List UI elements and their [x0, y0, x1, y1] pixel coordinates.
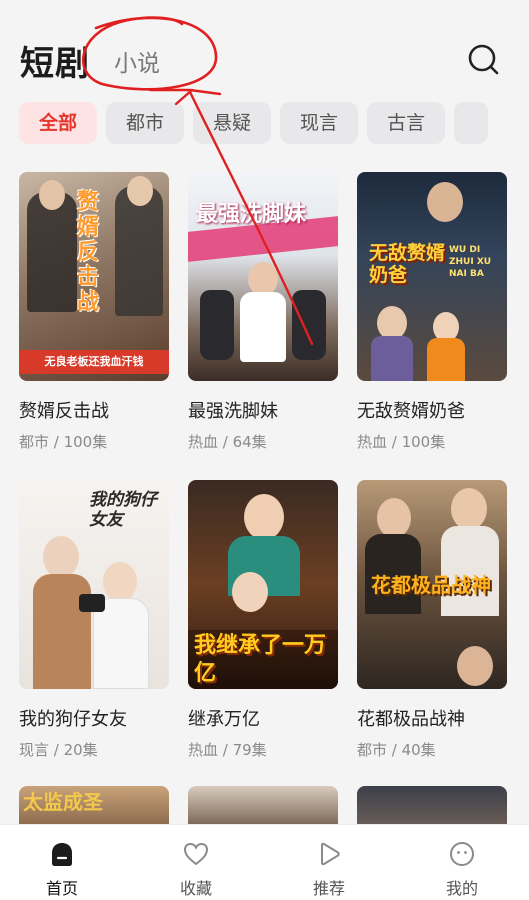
drama-poster: 最强洗脚妹 [188, 172, 338, 381]
tab-label: 推荐 [312, 879, 345, 898]
drama-poster [357, 786, 507, 826]
search-icon [468, 44, 499, 75]
chip-ancient-romance[interactable]: 古言 [367, 102, 446, 144]
poster-title-text: 最强洗脚妹 [196, 202, 307, 227]
drama-meta: 都市 / 40集 [357, 741, 436, 759]
drama-card[interactable]: 我的狗仔女友 我的狗仔女友 现言 / 20集 [19, 480, 169, 760]
drama-title: 我的狗仔女友 [19, 709, 127, 730]
drama-title: 最强洗脚妹 [188, 401, 278, 422]
tab-home[interactable]: 首页 [22, 825, 102, 900]
tab-label: 首页 [45, 879, 78, 898]
search-button[interactable] [466, 42, 500, 76]
top-bar: 短剧 小说 [0, 0, 529, 100]
tab-label: 收藏 [179, 879, 212, 898]
poster-caption: WU DI ZHUI XU NAI BA [449, 245, 492, 279]
drama-card[interactable]: 花都极品战神 花都极品战神 都市 / 40集 [357, 480, 507, 760]
heart-icon [183, 842, 209, 866]
drama-meta: 热血 / 100集 [357, 433, 446, 451]
drama-poster: 赘婿 反击战 无良老板还我血汗钱 [19, 172, 169, 381]
tab-favorites[interactable]: 收藏 [156, 825, 236, 900]
drama-meta: 热血 / 64集 [188, 433, 267, 451]
drama-card[interactable] [188, 786, 338, 826]
drama-title: 花都极品战神 [357, 709, 465, 730]
drama-card[interactable]: 我继承了一万亿 继承万亿 热血 / 79集 [188, 480, 338, 760]
drama-poster: 花都极品战神 [357, 480, 507, 689]
tab-short-drama[interactable]: 短剧 [20, 36, 90, 85]
drama-card[interactable] [357, 786, 507, 826]
poster-title-text: 我的狗仔女友 [89, 490, 157, 530]
tab-recommend[interactable]: 推荐 [289, 825, 369, 900]
chip-modern-romance[interactable]: 现言 [280, 102, 359, 144]
drama-card[interactable]: 赘婿 反击战 无良老板还我血汗钱 赘婿反击战 都市 / 100集 [19, 172, 169, 452]
tab-label: 我的 [445, 879, 478, 898]
drama-card[interactable]: 无敌赘婿奶爸 WU DI ZHUI XU NAI BA 无敌赘婿奶爸 热血 / … [357, 172, 507, 452]
home-icon [52, 843, 72, 866]
drama-title: 无敌赘婿奶爸 [357, 401, 465, 422]
poster-caption: 无良老板还我血汗钱 [19, 350, 169, 374]
category-chips: 全部 都市 悬疑 现言 古言 [19, 102, 529, 144]
chip-mystery[interactable]: 悬疑 [193, 102, 272, 144]
drama-poster: 太监成圣 [19, 786, 169, 826]
play-icon [321, 842, 340, 866]
drama-poster: 无敌赘婿奶爸 WU DI ZHUI XU NAI BA [357, 172, 507, 381]
drama-meta: 现言 / 20集 [19, 741, 98, 759]
chip-urban[interactable]: 都市 [106, 102, 185, 144]
drama-title: 赘婿反击战 [19, 401, 109, 422]
drama-poster [188, 786, 338, 826]
poster-title-text: 无敌赘婿奶爸 [369, 242, 446, 286]
drama-poster: 我继承了一万亿 [188, 480, 338, 689]
poster-title-text: 赘婿 反击战 [77, 190, 100, 315]
drama-title: 继承万亿 [188, 709, 260, 730]
chip-all[interactable]: 全部 [19, 102, 98, 144]
tab-profile[interactable]: 我的 [422, 825, 502, 900]
chip-more[interactable] [454, 102, 489, 144]
profile-icon [450, 842, 474, 866]
bottom-tab-bar: 首页 收藏 推荐 我的 [0, 824, 529, 900]
drama-meta: 热血 / 79集 [188, 741, 267, 759]
drama-card[interactable]: 太监成圣 [19, 786, 169, 826]
tab-novel[interactable]: 小说 [114, 44, 160, 78]
poster-title-text: 我继承了一万亿 [194, 633, 327, 686]
poster-title-text: 花都极品战神 [371, 573, 491, 597]
drama-meta: 都市 / 100集 [19, 433, 108, 451]
poster-title-text: 太监成圣 [23, 790, 103, 814]
drama-card[interactable]: 最强洗脚妹 最强洗脚妹 热血 / 64集 [188, 172, 338, 452]
drama-poster: 我的狗仔女友 [19, 480, 169, 689]
